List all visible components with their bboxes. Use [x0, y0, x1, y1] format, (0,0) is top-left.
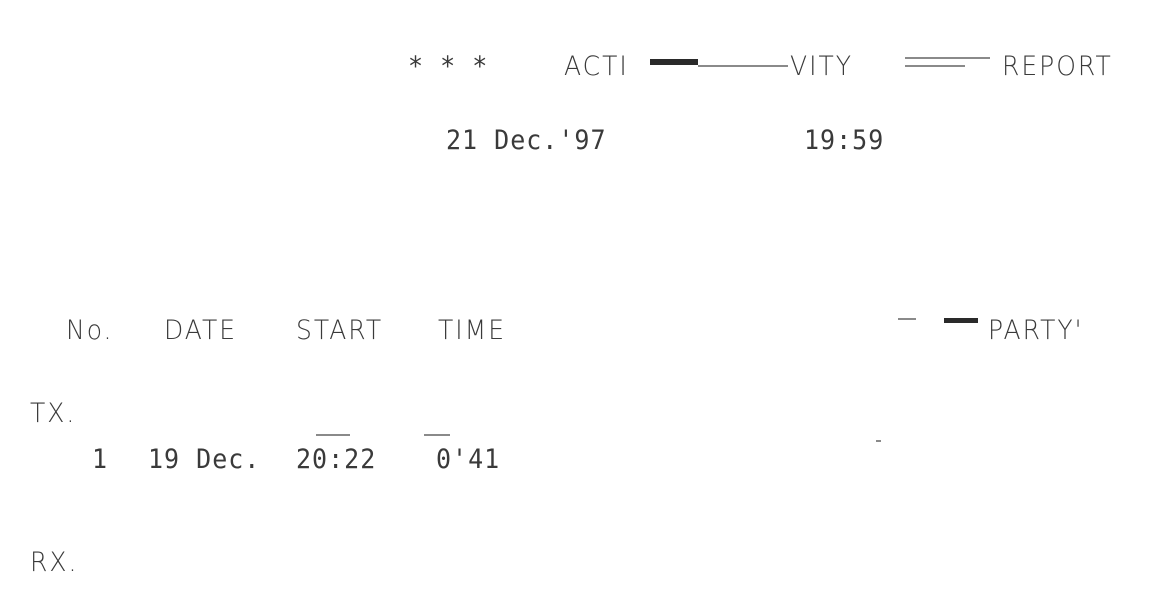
- report-title-part-1: ACTI: [564, 50, 629, 82]
- print-streak: [650, 59, 698, 65]
- report-date: 21 Dec.'97: [446, 124, 607, 156]
- column-header-date: DATE: [164, 314, 238, 346]
- activity-report-page: { "header": { "stars": "* * *", "title_a…: [0, 0, 1158, 603]
- section-label-rx: RX.: [30, 546, 79, 578]
- row-start: 20:22: [296, 443, 377, 475]
- report-title-part-3: REPORT: [1002, 50, 1113, 82]
- print-streak: [424, 434, 450, 436]
- column-header-start: START: [296, 314, 384, 346]
- section-label-tx: TX.: [30, 397, 77, 429]
- report-title-part-2: VITY: [790, 50, 854, 82]
- print-streak: [944, 318, 978, 323]
- print-streak: [316, 434, 350, 436]
- header-stars: * * *: [408, 50, 489, 82]
- print-streak: [698, 65, 788, 67]
- row-date: 19 Dec.: [148, 443, 261, 475]
- report-time: 19:59: [804, 124, 885, 156]
- column-header-time: TIME: [438, 314, 507, 346]
- column-header-no: No.: [66, 314, 114, 346]
- print-streak: [905, 65, 965, 67]
- column-header-party: PARTY': [988, 314, 1084, 346]
- print-streak: [898, 318, 916, 320]
- print-streak: [905, 57, 990, 59]
- row-time: 0'41: [436, 443, 501, 475]
- print-speck: [876, 440, 881, 442]
- row-number: 1: [92, 443, 109, 475]
